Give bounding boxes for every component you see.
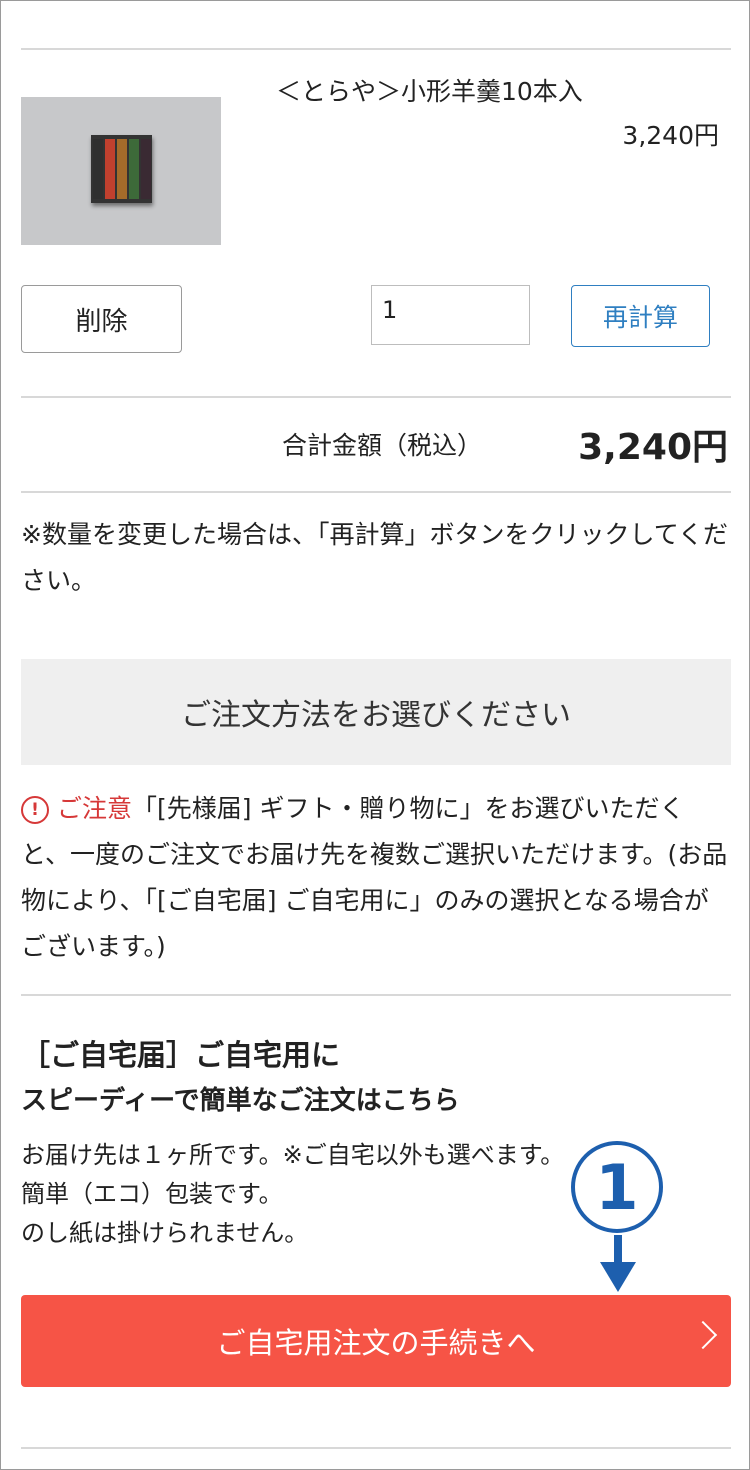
product-name[interactable]: ＜とらや＞小形羊羹10本入 <box>276 72 583 108</box>
annotation-arrow-head <box>600 1262 636 1292</box>
divider <box>21 48 731 50</box>
home-order-button-label: ご自宅用注文の手続きへ <box>216 1328 536 1360</box>
divider <box>21 994 731 996</box>
order-method-title: ご注文方法をお選びください <box>181 698 571 733</box>
delete-button[interactable]: 削除 <box>21 285 182 353</box>
recalculate-button[interactable]: 再計算 <box>571 285 710 347</box>
total-value: 3,240円 <box>578 427 728 468</box>
recalc-note: ※数量を変更した場合は、「再計算」ボタンをクリックしてください。 <box>21 520 728 595</box>
total-label: 合計金額（税込） <box>282 431 483 460</box>
home-delivery-line: 簡単（エコ）包装です。 <box>21 1180 283 1208</box>
caution-label: ご注意 <box>57 794 133 823</box>
chevron-right-icon <box>688 1320 718 1350</box>
divider <box>21 491 731 493</box>
product-stick <box>117 139 127 199</box>
home-delivery-subtitle: スピーディーで簡単なご注文はこちら <box>21 1086 460 1116</box>
order-method-header: ご注文方法をお選びください <box>21 659 731 765</box>
product-box-image <box>91 135 152 203</box>
product-stick <box>129 139 139 199</box>
product-image[interactable] <box>21 97 221 245</box>
divider <box>21 1447 731 1449</box>
product-stick <box>141 139 151 199</box>
home-delivery-description: お届け先は１ヶ所です。※ご自宅以外も選べます。 簡単（エコ）包装です。 のし紙は… <box>21 1136 564 1253</box>
home-delivery-title: ［ご自宅届］ご自宅用に <box>21 1038 341 1072</box>
divider <box>21 396 731 398</box>
step-badge: 1 <box>571 1141 663 1233</box>
quantity-input[interactable]: 1 <box>371 285 530 345</box>
caution-block: ! ご注意「[先様届] ギフト・贈り物に」をお選びいただくと、一度のご注文でお届け… <box>21 786 731 970</box>
home-delivery-line: お届け先は１ヶ所です。※ご自宅以外も選べます。 <box>21 1141 565 1169</box>
annotation-arrow <box>614 1235 622 1263</box>
warning-icon: ! <box>21 796 49 824</box>
home-delivery-line: のし紙は掛けられません。 <box>21 1219 309 1247</box>
home-order-button[interactable]: ご自宅用注文の手続きへ <box>21 1295 731 1387</box>
product-stick <box>93 139 103 199</box>
product-stick <box>105 139 115 199</box>
product-price: 3,240円 <box>622 121 719 150</box>
